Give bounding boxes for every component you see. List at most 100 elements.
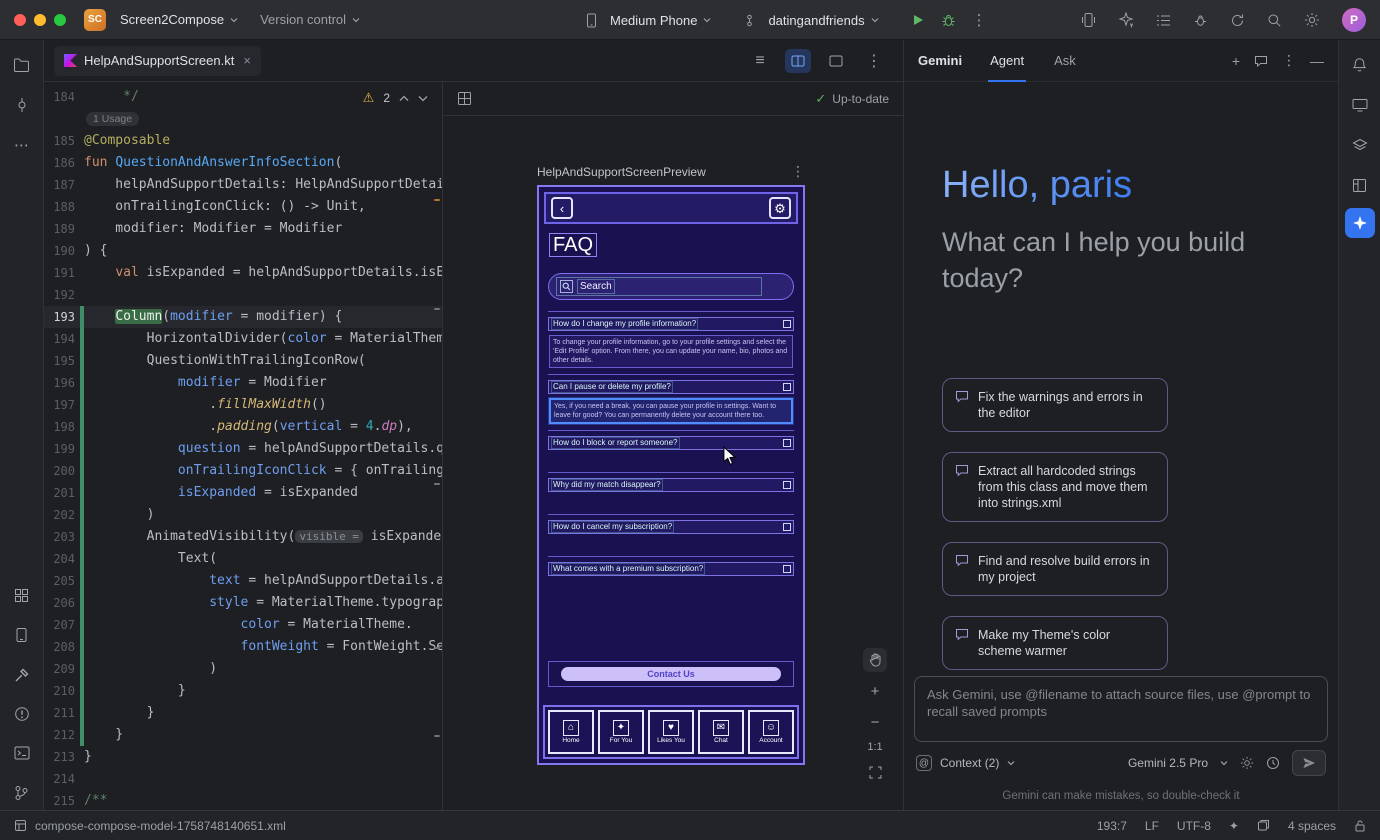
- gemini-settings-icon[interactable]: [1240, 756, 1254, 770]
- bottom-nav-item[interactable]: ♥Likes You: [648, 710, 694, 754]
- code-line[interactable]: 1 Usage: [44, 108, 442, 130]
- code-line[interactable]: 209 ): [44, 658, 442, 680]
- layout-inspector-icon[interactable]: [1345, 170, 1375, 200]
- preview-phone-frame[interactable]: ‹ ⚙ FAQ Search How do I change my profil: [537, 185, 805, 765]
- code-line[interactable]: 191 val isExpanded = helpAndSupportDetai…: [44, 262, 442, 284]
- preview-name[interactable]: HelpAndSupportScreenPreview: [537, 165, 706, 179]
- device-explorer-icon[interactable]: [7, 620, 37, 650]
- indent-setting[interactable]: 4 spaces: [1288, 819, 1336, 833]
- file-encoding[interactable]: UTF-8: [1177, 819, 1211, 833]
- code-line[interactable]: 188 onTrailingIconClick: () -> Unit,: [44, 196, 442, 218]
- expand-icon[interactable]: [783, 523, 791, 531]
- status-file-name[interactable]: compose-compose-model-1758748140651.xml: [35, 819, 286, 833]
- code-line[interactable]: 192: [44, 284, 442, 306]
- faq-search-bar[interactable]: Search: [548, 273, 794, 300]
- expand-icon[interactable]: [783, 320, 791, 328]
- bottom-nav-item[interactable]: ✦For You: [598, 710, 644, 754]
- ui-check-icon[interactable]: [457, 91, 472, 106]
- code-line[interactable]: 197 .fillMaxWidth(): [44, 394, 442, 416]
- debug-button[interactable]: [941, 13, 956, 28]
- code-line[interactable]: 205 text = helpAndSupportDetails.answer,: [44, 570, 442, 592]
- more-actions-icon[interactable]: ⋮: [972, 11, 987, 29]
- code-line[interactable]: 210 }: [44, 680, 442, 702]
- faq-question-row[interactable]: Why did my match disappear?: [548, 478, 794, 492]
- code-line[interactable]: 189 modifier: Modifier = Modifier: [44, 218, 442, 240]
- context-selector[interactable]: Context (2): [940, 756, 999, 770]
- stripe-mark[interactable]: [434, 735, 440, 737]
- version-control-tool-icon[interactable]: [7, 778, 37, 808]
- code-line[interactable]: 213}: [44, 746, 442, 768]
- code-line[interactable]: 201 isExpanded = isExpanded: [44, 482, 442, 504]
- zoom-in-icon[interactable]: +: [863, 679, 887, 703]
- device-selector[interactable]: Medium Phone: [604, 9, 717, 32]
- hide-panel-icon[interactable]: —: [1310, 53, 1324, 69]
- caret-position[interactable]: 193:7: [1097, 819, 1127, 833]
- tab-ask[interactable]: Ask: [1052, 40, 1078, 82]
- ai-status-icon[interactable]: ✦: [1229, 819, 1239, 833]
- resource-manager-icon[interactable]: [7, 580, 37, 610]
- notifications-bell-icon[interactable]: [1345, 50, 1375, 80]
- suggestion-card[interactable]: Find and resolve build errors in my proj…: [942, 542, 1168, 596]
- chat-history-icon[interactable]: [1254, 54, 1268, 67]
- layers-tool-icon[interactable]: [1345, 130, 1375, 160]
- gemini-tool-icon[interactable]: [1345, 208, 1375, 238]
- new-chat-icon[interactable]: +: [1232, 53, 1240, 69]
- search-icon[interactable]: [1267, 13, 1282, 28]
- code-line[interactable]: 207 color = MaterialTheme.: [44, 614, 442, 636]
- stripe-mark[interactable]: [434, 308, 440, 310]
- code-line[interactable]: 211 }: [44, 702, 442, 724]
- problems-tool-icon[interactable]: [7, 699, 37, 729]
- faq-question-row[interactable]: What comes with a premium subscription?: [548, 562, 794, 576]
- user-avatar[interactable]: P: [1342, 8, 1366, 32]
- maximize-window-button[interactable]: [54, 14, 66, 26]
- code-line[interactable]: 200 onTrailingIconClick = { onTrailingIc…: [44, 460, 442, 482]
- expand-icon[interactable]: [783, 439, 791, 447]
- settings-gear-icon[interactable]: [1304, 12, 1320, 28]
- expand-icon[interactable]: [783, 383, 791, 391]
- gradle-sync-icon[interactable]: [1230, 13, 1245, 28]
- zoom-out-icon[interactable]: −: [863, 710, 887, 734]
- design-view-button[interactable]: [823, 49, 849, 73]
- prompt-history-icon[interactable]: [1266, 756, 1280, 770]
- faq-answer[interactable]: To change your profile information, go t…: [549, 335, 793, 368]
- suggestion-card[interactable]: Make my Theme's color scheme warmer: [942, 616, 1168, 670]
- editor-tab[interactable]: HelpAndSupportScreen.kt ×: [54, 46, 261, 76]
- editor-more-icon[interactable]: ⋮: [861, 49, 887, 73]
- project-selector[interactable]: Screen2Compose: [114, 8, 244, 31]
- bottom-nav-item[interactable]: ✉Chat: [698, 710, 744, 754]
- expand-icon[interactable]: [783, 565, 791, 573]
- code-line[interactable]: 206 style = MaterialTheme.typography.bod…: [44, 592, 442, 614]
- run-configuration-selector[interactable]: datingandfriends: [762, 9, 884, 32]
- minimize-window-button[interactable]: [34, 14, 46, 26]
- app-insights-icon[interactable]: [1193, 13, 1208, 28]
- prev-problem-icon[interactable]: [399, 95, 409, 102]
- code-line[interactable]: 204 Text(: [44, 548, 442, 570]
- commit-tool-icon[interactable]: [7, 90, 37, 120]
- vcs-widget[interactable]: Version control: [254, 8, 366, 31]
- model-selector[interactable]: Gemini 2.5 Pro: [1128, 756, 1208, 770]
- settings-gear-button[interactable]: ⚙: [769, 197, 791, 219]
- pan-hand-icon[interactable]: [863, 648, 887, 672]
- faq-answer[interactable]: Yes, if you need a break, you can pause …: [549, 398, 793, 424]
- run-button[interactable]: [911, 13, 925, 27]
- code-line[interactable]: 186fun QuestionAndAnswerInfoSection(: [44, 152, 442, 174]
- code-line[interactable]: 185@Composable: [44, 130, 442, 152]
- project-tool-icon[interactable]: [7, 50, 37, 80]
- code-line[interactable]: 187 helpAndSupportDetails: HelpAndSuppor…: [44, 174, 442, 196]
- code-line[interactable]: 203 AnimatedVisibility(visible = isExpan…: [44, 526, 442, 548]
- code-line[interactable]: 214: [44, 768, 442, 790]
- back-button[interactable]: ‹: [551, 197, 573, 219]
- code-line[interactable]: 202 ): [44, 504, 442, 526]
- code-line[interactable]: 193 Column(modifier = modifier) {: [44, 306, 442, 328]
- faq-question-row[interactable]: Can I pause or delete my profile?: [548, 380, 794, 394]
- stripe-warning-mark[interactable]: [434, 199, 440, 201]
- code-line[interactable]: 196 modifier = Modifier: [44, 372, 442, 394]
- more-tool-windows-icon[interactable]: ⋯: [7, 130, 37, 160]
- code-line[interactable]: 195 QuestionWithTrailingIconRow(: [44, 350, 442, 372]
- next-problem-icon[interactable]: [418, 95, 428, 102]
- build-tool-icon[interactable]: [7, 660, 37, 690]
- line-separator[interactable]: LF: [1145, 819, 1159, 833]
- expand-icon[interactable]: [783, 481, 791, 489]
- running-devices-icon[interactable]: [1345, 90, 1375, 120]
- contact-us-button[interactable]: Contact Us: [561, 667, 781, 681]
